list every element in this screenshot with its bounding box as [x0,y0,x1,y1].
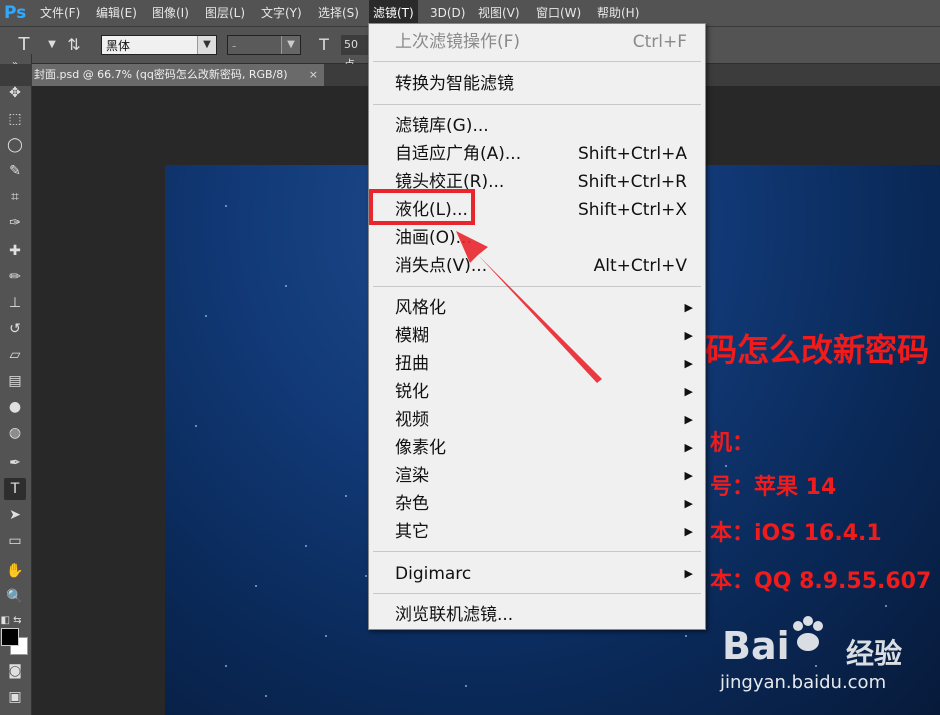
eraser-tool-icon[interactable]: ▱ [4,344,26,366]
quick-select-tool-icon[interactable]: ✎ [4,160,26,182]
menu-item-noise[interactable]: 杂色 ▶ [369,490,705,518]
baidu-paw-icon [793,616,823,651]
menu-item-pixelate[interactable]: 像素化 ▶ [369,434,705,462]
hand-tool-icon[interactable]: ✋ [4,560,26,582]
font-style-select[interactable]: - ▼ [227,35,301,55]
shape-tool-icon[interactable]: ▭ [4,530,26,552]
submenu-arrow-icon: ▶ [684,301,693,314]
menu-item-adaptive-wide-angle[interactable]: 自适应广角(A)... Shift+Ctrl+A [369,140,705,168]
menu-item-video[interactable]: 视频 ▶ [369,406,705,434]
canvas-title-text: 码怎么改新密码 [705,331,930,369]
path-selection-tool-icon[interactable]: ➤ [4,504,26,526]
menu-item-label: 视频 [395,410,429,430]
crop-tool-icon[interactable]: ⌗ [4,186,26,208]
baidu-logo-text: Bai [722,624,790,668]
menu-select[interactable]: 选择(S) [314,0,363,26]
canvas-line-1: 机： [710,431,755,456]
submenu-arrow-icon: ▶ [684,357,693,370]
chevron-down-icon: ▼ [197,36,216,54]
menu-item-label: 其它 [395,522,429,542]
menu-item-shortcut: Ctrl+F [632,32,687,52]
menu-item-label: 滤镜库(G)... [395,116,489,136]
font-size-field[interactable]: 50 点 [341,35,371,71]
pen-tool-icon[interactable]: ✒ [4,452,26,474]
menu-item-label: Digimarc [395,564,472,584]
menu-item-shortcut: Shift+Ctrl+R [577,172,687,192]
menu-item-label: 渲染 [395,466,429,486]
menu-image[interactable]: 图像(I) [148,0,193,26]
foreground-color-swatch[interactable] [1,628,19,646]
history-brush-tool-icon[interactable]: ↺ [4,318,26,340]
lasso-tool-icon[interactable]: ◯ [4,134,26,156]
menu-type[interactable]: 文字(Y) [257,0,306,26]
baidu-watermark: Bai 经验 jingyan.baidu.com [718,610,940,715]
chevron-down-icon: ▼ [281,36,300,54]
tool-preset-arrow-icon[interactable]: ▼ [40,33,64,57]
baidu-jingyan-text: 经验 [846,637,903,670]
gradient-tool-icon[interactable]: ▤ [4,370,26,392]
eyedropper-tool-icon[interactable]: ✑ [4,212,26,234]
menu-item-label: 浏览联机滤镜... [395,605,514,625]
submenu-arrow-icon: ▶ [684,567,693,580]
menu-item-label: 像素化 [395,438,446,458]
submenu-arrow-icon: ▶ [684,469,693,482]
menu-item-digimarc[interactable]: Digimarc ▶ [369,560,705,588]
quick-mask-icon[interactable]: ◙ [4,660,26,682]
menu-item-convert-smart-filter[interactable]: 转换为智能滤镜 [369,70,705,98]
menu-item-shortcut: Shift+Ctrl+X [577,200,687,220]
submenu-arrow-icon: ▶ [684,329,693,342]
photoshop-logo: Ps [4,3,27,23]
orientation-toggle-icon[interactable]: ⇅ [62,33,86,57]
menu-item-label: 杂色 [395,494,429,514]
menu-item-label: 转换为智能滤镜 [395,74,514,94]
submenu-arrow-icon: ▶ [684,385,693,398]
marquee-tool-icon[interactable]: ⬚ [4,108,26,130]
annotation-arrow-icon [456,231,602,383]
healing-brush-tool-icon[interactable]: ✚ [4,240,26,262]
font-family-select[interactable]: 黑体 ▼ [101,35,217,55]
menu-item-label: 锐化 [395,382,429,402]
clone-stamp-tool-icon[interactable]: ⊥ [4,292,26,314]
menu-item-label: 自适应广角(A)... [395,144,522,164]
document-tab[interactable]: 封面.psd @ 66.7% (qq密码怎么改新密码, RGB/8) × [32,64,324,86]
menu-file[interactable]: 文件(F) [36,0,84,26]
menu-item-shortcut: Shift+Ctrl+A [577,144,687,164]
dodge-tool-icon[interactable]: ◍ [4,422,26,444]
font-size-icon: T [319,35,329,54]
menu-item-label: 扭曲 [395,354,429,374]
document-tab-title: 封面.psd @ 66.7% (qq密码怎么改新密码, RGB/8) [34,68,288,81]
annotation-highlight-box [369,189,475,225]
menu-layer[interactable]: 图层(L) [201,0,249,26]
submenu-arrow-icon: ▶ [684,441,693,454]
font-family-value: 黑体 [106,39,131,53]
tools-panel: » ✥ ⬚ ◯ ✎ ⌗ ✑ ✚ ✏ ⊥ ↺ ▱ ▤ ● ◍ ✒ T ➤ ▭ ✋ … [0,54,32,715]
zoom-tool-icon[interactable]: 🔍 [4,586,26,608]
type-tool-icon[interactable]: T [4,478,26,500]
canvas-line-4: 本：QQ 8.9.55.607 [710,569,932,594]
submenu-arrow-icon: ▶ [684,497,693,510]
menu-item-label: 风格化 [395,298,446,318]
canvas-line-3: 本：iOS 16.4.1 [710,521,882,546]
font-style-value: - [232,39,237,53]
close-icon[interactable]: × [309,64,318,86]
menu-edit[interactable]: 编辑(E) [92,0,141,26]
brush-tool-icon[interactable]: ✏ [4,266,26,288]
menu-item-filter-gallery[interactable]: 滤镜库(G)... [369,112,705,140]
submenu-arrow-icon: ▶ [684,525,693,538]
menu-item-label: 模糊 [395,326,429,346]
canvas-line-2: 号：苹果 14 [710,475,837,500]
submenu-arrow-icon: ▶ [684,413,693,426]
screen-mode-icon[interactable]: ▣ [4,686,26,708]
menu-item-last-filter: 上次滤镜操作(F) Ctrl+F [369,28,705,56]
menu-item-render[interactable]: 渲染 ▶ [369,462,705,490]
blur-tool-icon[interactable]: ● [4,396,26,418]
watermark-url: jingyan.baidu.com [720,672,887,693]
menu-item-other[interactable]: 其它 ▶ [369,518,705,546]
menu-item-browse-online-filters[interactable]: 浏览联机滤镜... [369,601,705,629]
menu-item-label: 上次滤镜操作(F) [395,32,521,52]
